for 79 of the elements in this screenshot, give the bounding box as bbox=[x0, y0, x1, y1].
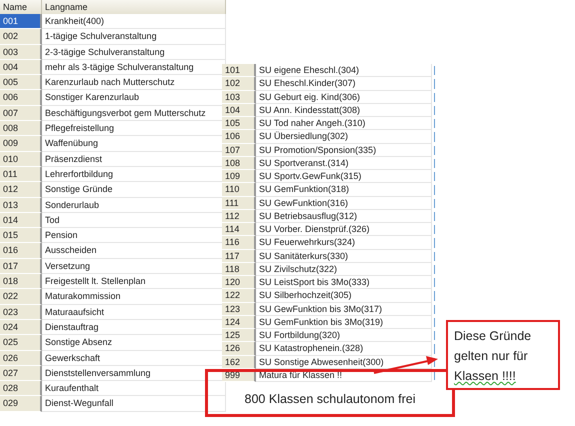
table-cell: 029 bbox=[0, 396, 42, 412]
table-cell: 022 bbox=[0, 289, 42, 305]
table-cell: 117 bbox=[222, 250, 256, 263]
table-cell: SU Ann. Kindesstatt(308) bbox=[256, 104, 432, 117]
table-cell: 126 bbox=[222, 342, 256, 356]
table-cell: 012 bbox=[0, 182, 42, 198]
table-cell: 104 bbox=[222, 104, 256, 117]
table-cell: 122 bbox=[222, 289, 256, 302]
table-cell: 010 bbox=[0, 152, 42, 167]
table-cell: 005 bbox=[0, 75, 42, 90]
table-cell: 114 bbox=[222, 223, 256, 236]
table-cell: SU Sanitäterkurs(330) bbox=[256, 250, 432, 263]
table-cell: 006 bbox=[0, 90, 42, 106]
table-cell: 028 bbox=[0, 381, 42, 396]
table-cell: 103 bbox=[222, 90, 256, 104]
table-cell: 124 bbox=[222, 316, 256, 329]
table-cell: 120 bbox=[222, 276, 256, 290]
table-cell: 125 bbox=[222, 329, 256, 342]
table-cell: Krankheit(400) bbox=[42, 14, 226, 30]
table-cell: 007 bbox=[0, 106, 42, 122]
table-cell: 011 bbox=[0, 166, 42, 182]
table-cell: SU GemFunktion bis 3Mo(319) bbox=[256, 316, 432, 329]
table-cell: SU GemFunktion(318) bbox=[256, 183, 432, 196]
table-cell: SU Zivilschutz(322) bbox=[256, 262, 432, 276]
table-cell: 111 bbox=[222, 196, 256, 210]
table-cell: SU Promotion/Sponsion(335) bbox=[256, 144, 432, 157]
table-cell: SU Eheschl.Kinder(307) bbox=[256, 77, 432, 90]
table-cell: SU GewFunktion(316) bbox=[256, 196, 432, 210]
table-cell: 003 bbox=[0, 44, 42, 60]
table-cell: SU Übersiedlung(302) bbox=[256, 130, 432, 144]
table-cell: 018 bbox=[0, 274, 42, 290]
table-cell: SU GewFunktion bis 3Mo(317) bbox=[256, 302, 432, 316]
callout-box: Diese Gründe gelten nur für Klassen !!!! bbox=[446, 320, 560, 390]
table-cell: SU Geburt eig. Kind(306) bbox=[256, 90, 432, 104]
table-cell: 027 bbox=[0, 366, 42, 382]
table-cell: 013 bbox=[0, 198, 42, 213]
table-cell: 004 bbox=[0, 60, 42, 76]
table-cell: 101 bbox=[222, 64, 256, 78]
table-cell: SU Tod naher Angeh.(310) bbox=[256, 117, 432, 130]
table-cell: 112 bbox=[222, 210, 256, 223]
table-cell: 017 bbox=[0, 258, 42, 274]
table-cell: 026 bbox=[0, 350, 42, 366]
table-cell: SU LeistSport bis 3Mo(333) bbox=[256, 276, 432, 290]
table-cell: 024 bbox=[0, 320, 42, 336]
table-cell: 110 bbox=[222, 183, 256, 196]
table-cell: SU Silberhochzeit(305) bbox=[256, 289, 432, 302]
table-cell: 108 bbox=[222, 156, 256, 170]
table-cell: 2-3-tägige Schulveranstaltung bbox=[42, 44, 226, 60]
table-cell: 015 bbox=[0, 228, 42, 244]
table-cell: 106 bbox=[222, 130, 256, 144]
table-cell: 109 bbox=[222, 170, 256, 184]
table-cell: 107 bbox=[222, 144, 256, 157]
table-cell: Kuraufenthalt bbox=[42, 381, 226, 396]
table-cell: 162 bbox=[222, 356, 256, 369]
table-cell: 1-tägige Schulveranstaltung bbox=[42, 29, 226, 45]
table-cell: Matura für Klassen !! bbox=[256, 368, 432, 382]
table-cell: 025 bbox=[0, 335, 42, 351]
table-cell: SU Betriebsausflug(312) bbox=[256, 210, 432, 223]
table-cell: SU Vorber. Dienstprüf.(326) bbox=[256, 223, 432, 236]
table-cell: 002 bbox=[0, 29, 42, 45]
table-cell: 123 bbox=[222, 302, 256, 316]
table-cell: 014 bbox=[0, 212, 42, 228]
table-cell: 008 bbox=[0, 121, 42, 136]
table-cell: SU Katastrophenein.(328) bbox=[256, 342, 432, 356]
table-cell: 023 bbox=[0, 304, 42, 320]
table-cell: 102 bbox=[222, 77, 256, 90]
table-cell: SU eigene Eheschl.(304) bbox=[256, 64, 432, 78]
table-cell: SU Sportveranst.(314) bbox=[256, 156, 432, 170]
table-cell: 001 bbox=[0, 14, 42, 30]
table-cell: 009 bbox=[0, 136, 42, 152]
table-cell: 016 bbox=[0, 243, 42, 259]
table-cell: SU Sportv.GewFunk(315) bbox=[256, 170, 432, 184]
table-cell: 105 bbox=[222, 117, 256, 130]
table-cell: 118 bbox=[222, 262, 256, 276]
table-cell: SU Fortbildung(320) bbox=[256, 329, 432, 342]
table-cell: 116 bbox=[222, 236, 256, 250]
column-header: Langname bbox=[42, 0, 226, 14]
table-cell: Dienst-Wegunfall bbox=[42, 396, 226, 412]
table-cell: SU Feuerwehrkurs(324) bbox=[256, 236, 432, 250]
